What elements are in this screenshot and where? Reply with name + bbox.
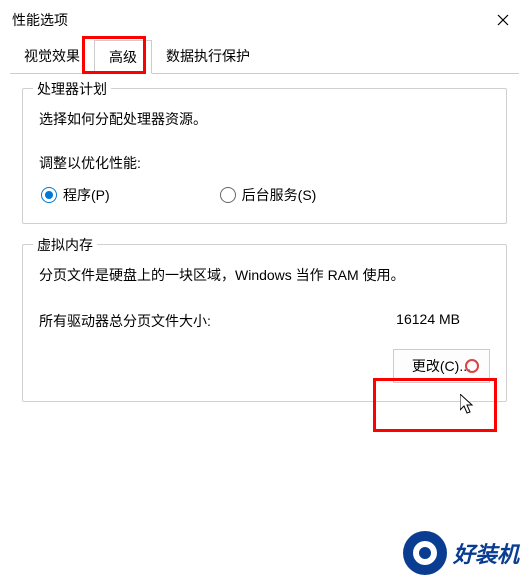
radio-background-services[interactable]: 后台服务(S) — [220, 185, 317, 205]
watermark-text: 好装机 — [453, 537, 519, 569]
radio-programs[interactable]: 程序(P) — [41, 185, 110, 205]
processor-scheduling-group: 处理器计划 选择如何分配处理器资源。 调整以优化性能: 程序(P) 后台服务(S… — [22, 88, 507, 224]
tab-dep[interactable]: 数据执行保护 — [152, 40, 264, 73]
window-title: 性能选项 — [12, 10, 68, 30]
processor-group-title: 处理器计划 — [33, 79, 111, 99]
titlebar: 性能选项 — [0, 0, 529, 36]
watermark: 好装机 — [403, 531, 519, 575]
vm-total-value: 16124 MB — [396, 311, 460, 331]
processor-desc: 选择如何分配处理器资源。 — [39, 109, 490, 129]
radio-background-label: 后台服务(S) — [242, 185, 317, 205]
watermark-logo-icon — [403, 531, 447, 575]
radio-group-performance: 程序(P) 后台服务(S) — [41, 185, 490, 205]
radio-programs-label: 程序(P) — [63, 185, 110, 205]
vm-desc: 分页文件是硬盘上的一块区域，Windows 当作 RAM 使用。 — [39, 265, 490, 285]
virtual-memory-group: 虚拟内存 分页文件是硬盘上的一块区域，Windows 当作 RAM 使用。 所有… — [22, 244, 507, 402]
change-button[interactable]: 更改(C)... — [393, 349, 490, 383]
tab-advanced[interactable]: 高级 — [94, 40, 152, 74]
vm-total-label: 所有驱动器总分页文件大小: — [39, 311, 211, 331]
tab-content: 处理器计划 选择如何分配处理器资源。 调整以优化性能: 程序(P) 后台服务(S… — [0, 74, 529, 436]
annotation-click-marker — [465, 359, 479, 373]
close-button[interactable] — [489, 6, 517, 34]
tab-bar: 视觉效果 高级 数据执行保护 — [10, 40, 519, 74]
change-button-label: 更改(C)... — [412, 358, 471, 374]
close-icon — [497, 14, 509, 26]
tab-visual-effects[interactable]: 视觉效果 — [10, 40, 94, 73]
vm-group-title: 虚拟内存 — [33, 235, 97, 255]
vm-button-row: 更改(C)... — [39, 349, 490, 383]
radio-icon — [41, 187, 57, 203]
vm-total-row: 所有驱动器总分页文件大小: 16124 MB — [39, 311, 490, 331]
radio-icon — [220, 187, 236, 203]
adjust-label: 调整以优化性能: — [39, 153, 490, 173]
